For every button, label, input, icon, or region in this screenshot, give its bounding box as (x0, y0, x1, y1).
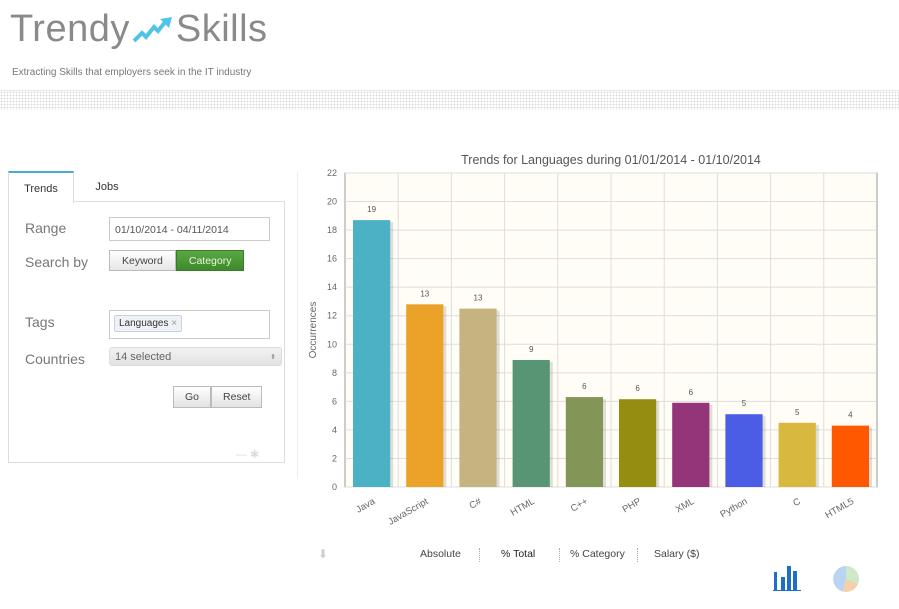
y-tick-label: 8 (332, 368, 337, 378)
y-tick-label: 20 (327, 197, 337, 207)
y-tick-label: 22 (327, 168, 337, 178)
header-divider (0, 90, 899, 110)
go-button[interactable]: Go (173, 386, 212, 408)
x-tick-label: HTML (509, 496, 537, 518)
data-label: 6 (689, 388, 694, 397)
search-by-label: Search by (25, 254, 89, 270)
data-label: 13 (420, 289, 429, 298)
bar-php (619, 399, 657, 487)
y-tick-label: 14 (327, 282, 337, 292)
x-tick-label: Python (718, 496, 749, 520)
mode-total[interactable]: % Total (501, 548, 535, 560)
x-tick-label: XML (674, 496, 696, 515)
data-label: 6 (582, 382, 587, 391)
download-icon[interactable]: ⬇ (318, 547, 328, 561)
countries-label: Countries (25, 351, 85, 367)
separator (479, 548, 480, 562)
y-tick-label: 2 (332, 453, 337, 463)
bar-html (512, 359, 550, 487)
chart-title: Trends for Languages during 01/01/2014 -… (461, 153, 761, 167)
data-label: 5 (795, 408, 800, 417)
tags-input[interactable]: Languages × (109, 310, 270, 339)
bar-html5 (831, 425, 869, 487)
y-axis-label: Occurrences (308, 302, 319, 359)
tag-chip: Languages × (114, 315, 183, 332)
bar-java (353, 220, 391, 487)
x-tick-label: HTML5 (823, 496, 855, 521)
separator (559, 548, 560, 562)
divider (297, 172, 298, 479)
mode-category[interactable]: % Category (570, 548, 625, 560)
tab-trends[interactable]: Trends (8, 171, 74, 203)
range-input[interactable]: 01/10/2014 - 04/11/2014 (109, 217, 270, 241)
logo[interactable]: Trendy Skills (10, 8, 268, 51)
x-tick-label: C (791, 496, 803, 509)
tagline: Extracting Skills that employers seek in… (12, 67, 252, 78)
data-label: 19 (367, 205, 376, 214)
bar-c (778, 422, 816, 487)
y-tick-label: 12 (327, 311, 337, 321)
bar-xml (672, 402, 710, 487)
bar-javascript (406, 304, 444, 487)
data-label: 5 (742, 399, 747, 408)
bar-chart: Trends for Languages during 01/01/2014 -… (308, 153, 878, 528)
tab-jobs[interactable]: Jobs (74, 171, 140, 202)
settings-icon[interactable]: — ✱ (236, 448, 259, 461)
mode-salary[interactable]: Salary ($) (654, 548, 700, 560)
y-tick-label: 0 (332, 482, 337, 492)
y-tick-label: 10 (327, 339, 337, 349)
data-label: 6 (635, 384, 640, 393)
x-tick-label: C++ (569, 496, 590, 515)
y-tick-label: 16 (327, 254, 337, 264)
x-tick-label: JavaScript (386, 496, 430, 528)
x-tick-label: C# (467, 496, 484, 512)
bar-c# (459, 308, 497, 487)
data-label: 4 (848, 411, 853, 420)
separator (637, 548, 638, 562)
data-label: 13 (474, 294, 483, 303)
bar-python (725, 414, 763, 487)
filter-panel: Trends Jobs Range 01/10/2014 - 04/11/201… (8, 171, 285, 464)
y-tick-label: 6 (332, 396, 337, 406)
x-tick-label: PHP (621, 496, 643, 515)
data-label: 9 (529, 345, 534, 354)
bar-c++ (565, 397, 603, 487)
x-tick-label: Java (354, 496, 377, 516)
y-tick-label: 4 (332, 425, 337, 435)
pie-chart-icon[interactable] (832, 565, 860, 593)
y-tick-label: 18 (327, 225, 337, 235)
reset-button[interactable]: Reset (211, 386, 263, 408)
bar-chart-icon[interactable] (772, 564, 804, 592)
select-arrows-icon: ⬍ (270, 354, 276, 361)
range-label: Range (25, 220, 67, 236)
trend-arrow-icon (132, 16, 172, 42)
category-button[interactable]: Category (175, 250, 245, 271)
keyword-button[interactable]: Keyword (109, 250, 176, 271)
countries-select[interactable]: 14 selected ⬍ (109, 347, 282, 366)
mode-absolute[interactable]: Absolute (420, 548, 461, 560)
tags-label: Tags (25, 314, 55, 330)
remove-tag-icon[interactable]: × (171, 318, 177, 329)
